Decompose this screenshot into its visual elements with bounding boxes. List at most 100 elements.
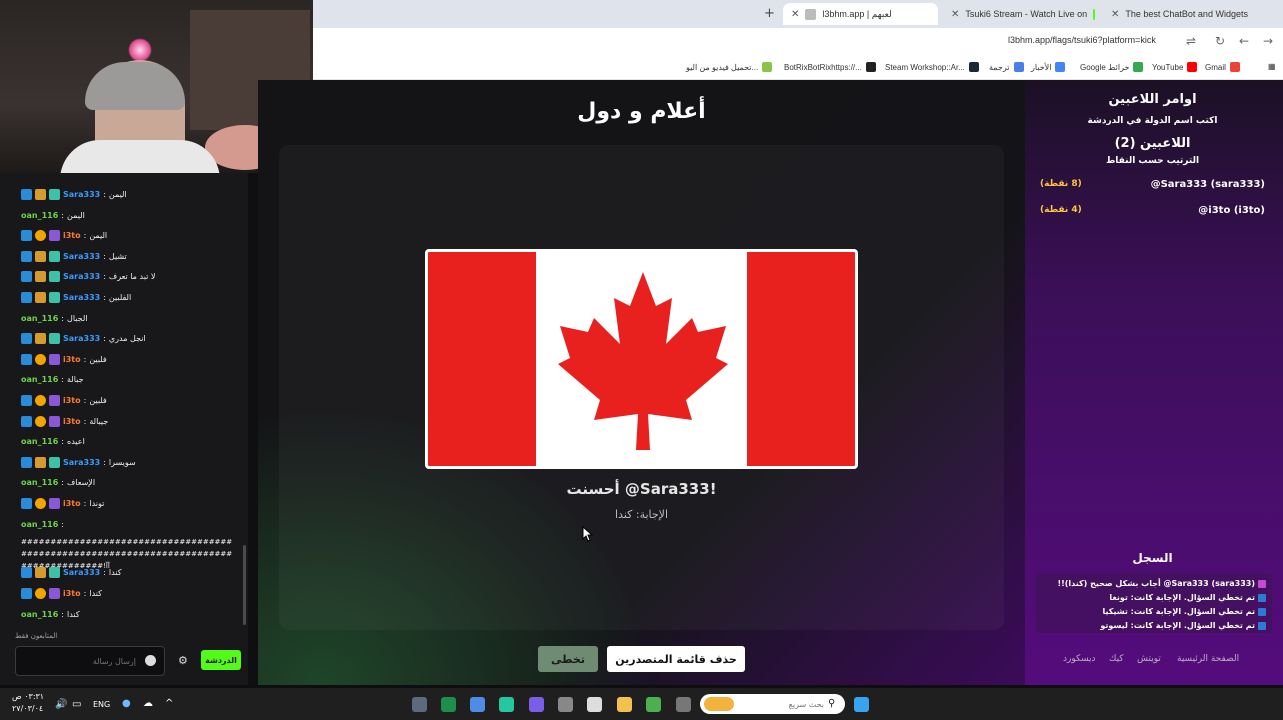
subscriber-badge-icon [49,456,60,468]
taskbar-app-icon[interactable] [646,697,661,712]
tab-l3bhm[interactable]: ✕ l3bhm.app | لعبهم [783,3,938,25]
taskbar-app-icon[interactable] [676,697,691,712]
close-icon[interactable]: ✕ [791,9,799,20]
chat-username[interactable]: i3to [63,231,81,240]
chat-message: oan_116: [21,517,67,531]
tab-title: The best ChatBot and Widgets [1125,9,1248,19]
footer-link-kick[interactable]: كيك [1109,654,1124,664]
log-title: السجل [1132,551,1173,565]
bookmark-video[interactable]: تحميل فيديو من اليو... [686,62,773,72]
crown-badge-icon [35,291,46,303]
chat-separator: : [83,588,87,598]
chat-username[interactable]: oan_116 [21,314,58,323]
bookmark-botrix[interactable]: BotRixBotRixhttps://... [784,62,876,72]
tune-icon[interactable]: ⇌ [1186,34,1196,48]
taskbar-app-icon[interactable] [587,697,602,712]
tab-kick[interactable]: ✕ Tsuki6 Stream - Watch Live on [943,3,1103,25]
apps-icon[interactable]: ▦ [1268,62,1276,71]
clear-leaderboard-button[interactable]: حذف قائمة المتصدرين [607,646,745,672]
chat-username[interactable]: i3to [63,396,81,405]
chevron-up-icon[interactable]: ^ [165,698,173,709]
obs-icon[interactable] [558,697,573,712]
chat-username[interactable]: oan_116 [21,211,58,220]
chat-username[interactable]: oan_116 [21,520,58,529]
chat-username[interactable]: Sara333 [63,190,100,199]
excel-icon[interactable] [441,697,456,712]
bookmark-gmail[interactable]: Gmail [1205,62,1240,72]
chat-username[interactable]: i3to [63,355,81,364]
chat-username[interactable]: i3to [63,417,81,426]
chat-username[interactable]: Sara333 [63,272,100,281]
footer-link-home[interactable]: الصفحة الرئيسية [1177,654,1239,664]
chat-username[interactable]: Sara333 [63,252,100,261]
chat-separator: : [83,395,87,405]
folder-icon[interactable] [617,697,632,712]
player-name: @Sara333 (sara333) [1150,178,1265,190]
gift-badge-icon [49,394,60,406]
chat-scrollbar[interactable] [243,545,246,625]
language-indicator[interactable]: ENG [93,700,110,709]
back-icon[interactable]: ← [1239,34,1249,48]
chat-separator: : [83,498,87,508]
chat-username[interactable]: oan_116 [21,375,58,384]
chat-username[interactable]: oan_116 [21,478,58,487]
chat-separator: : [83,354,87,364]
bookmark-maps[interactable]: Google خرائط [1080,62,1144,72]
microphone-icon[interactable]: ● [122,698,131,709]
chat-message: Sara333: كندا [21,565,122,579]
search-icon[interactable]: ⚲ [828,698,835,709]
taskbar-app-icon[interactable] [499,697,514,712]
chat-send-button[interactable]: الدردشة [201,650,241,670]
webcam-person-body [60,140,220,173]
chat-username[interactable]: oan_116 [21,437,58,446]
bookmark-news[interactable]: الأخبار [1031,62,1066,72]
tab-botrix[interactable]: ✕ The best ChatBot and Widgets [1103,3,1253,25]
cloud-icon[interactable]: ☁ [143,698,153,709]
chat-username[interactable]: oan_116 [21,610,58,619]
taskbar-time[interactable]: ٠٣:٣١ ص [12,692,44,701]
chat-separator: : [61,374,64,384]
close-icon[interactable]: ✕ [951,9,959,20]
taskbar-search[interactable]: ⚲ [700,694,845,714]
url-text[interactable]: l3bhm.app/flags/tsuki6?platform=kick [1008,35,1156,45]
forward-icon[interactable]: → [1263,34,1273,48]
country-flag [425,249,858,469]
discord-icon[interactable] [529,697,544,712]
chat-username[interactable]: Sara333 [63,293,100,302]
volume-icon[interactable]: 🔊 [55,699,67,710]
chat-message-text: توندا [89,498,105,508]
chat-username[interactable]: Sara333 [63,334,100,343]
reload-icon[interactable]: ↻ [1215,34,1225,48]
search-decoration [704,697,734,711]
chat-username[interactable]: Sara333 [63,458,100,467]
footer-link-twitch[interactable]: تويتش [1137,654,1161,664]
chat-message-text: جيبالة [89,416,109,426]
windows-start-icon[interactable] [854,697,869,712]
close-icon[interactable]: ✕ [1111,9,1119,20]
display-icon[interactable]: ▭ [72,699,81,710]
chat-input-box[interactable] [15,646,165,676]
chat-username[interactable]: i3to [63,499,81,508]
taskbar [0,688,1283,720]
bookmark-translate[interactable]: ترجمة [989,62,1024,72]
bookmark-youtube[interactable]: YouTube [1152,62,1198,72]
taskbar-date[interactable]: ٢٧/٠٣/٠٤ [12,704,43,713]
taskbar-search-input[interactable] [734,698,824,710]
chat-message-text: الفلبين [108,292,132,302]
player-name: @i3to (i3to) [1198,204,1265,216]
gear-icon[interactable]: ⚙ [178,654,188,667]
emoji-icon[interactable] [145,655,156,666]
new-tab-button[interactable]: + [764,6,775,21]
bookmark-steam[interactable]: Steam Workshop::Ar... [885,62,979,72]
chat-username[interactable]: Sara333 [63,568,100,577]
chat-separator: : [103,457,106,467]
chrome-icon[interactable] [470,697,485,712]
chat-message-text: كندا [108,567,122,577]
skip-button[interactable]: تخطى [538,646,598,672]
chat-username[interactable]: i3to [63,589,81,598]
footer-link-discord[interactable]: ديسكورد [1063,654,1096,664]
taskbar-app-icon[interactable] [412,697,427,712]
address-bar[interactable]: l3bhm.app/flags/tsuki6?platform=kick ⇌ ↻… [313,28,1283,56]
chat-message: Sara333: تشيل [21,249,127,263]
chat-input[interactable] [16,647,136,675]
